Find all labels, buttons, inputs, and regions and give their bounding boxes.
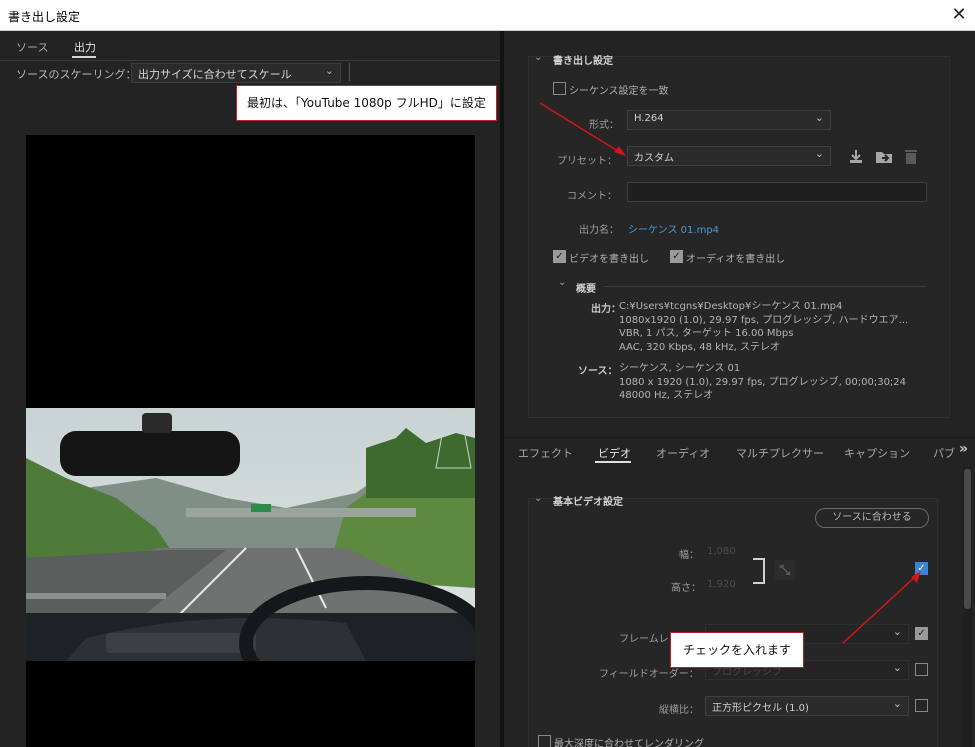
callout-preset: 最初は、「YouTube 1080p フルHD」に設定 <box>236 85 497 121</box>
callout-checkbox: チェックを入れます <box>670 632 805 668</box>
